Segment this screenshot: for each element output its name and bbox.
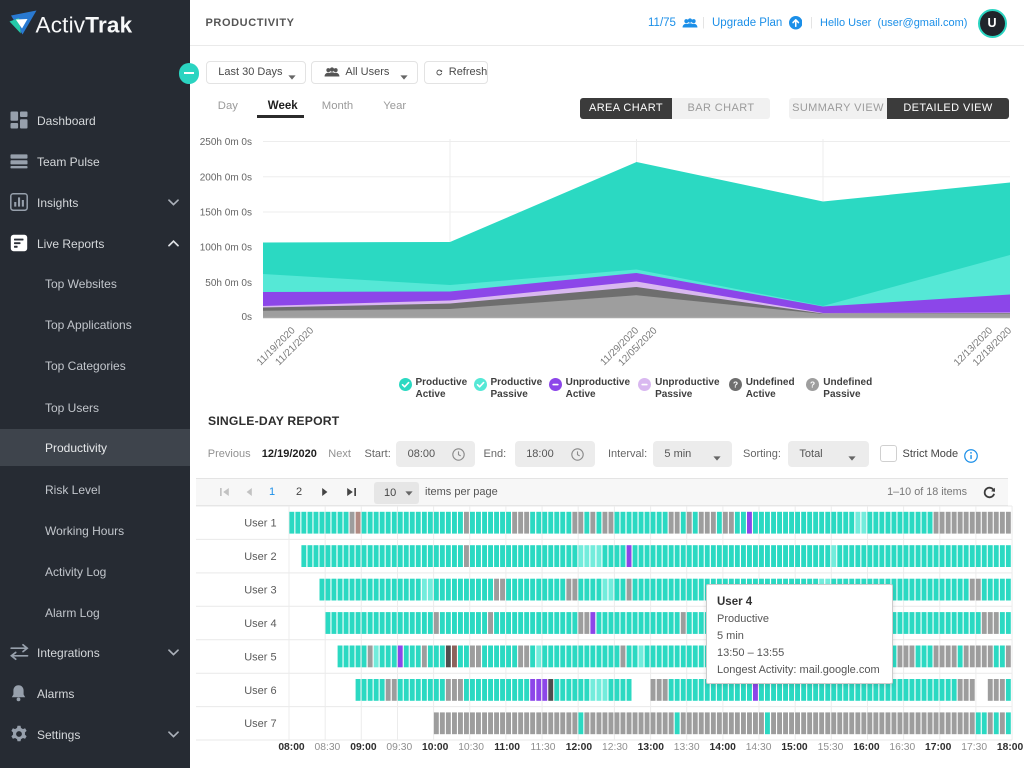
svg-text:16:30: 16:30 [889,742,915,753]
svg-text:16:00: 16:00 [853,742,880,753]
svg-text:User 4: User 4 [244,618,276,630]
svg-text:200h 0m 0s: 200h 0m 0s [200,172,252,183]
svg-text:ActivTrak: ActivTrak [36,13,133,38]
svg-text:12:00: 12:00 [566,742,593,753]
svg-text:13:30: 13:30 [674,742,700,753]
svg-text:User 6: User 6 [244,685,276,697]
svg-text:18:00: 18:00 [997,742,1024,753]
svg-text:10:30: 10:30 [458,742,484,753]
svg-text:08:30: 08:30 [315,742,341,753]
svg-text:User 3: User 3 [244,585,276,597]
svg-text:15:30: 15:30 [818,742,844,753]
svg-text:08:00: 08:00 [278,742,305,753]
svg-text:11:30: 11:30 [530,742,555,753]
svg-text:09:30: 09:30 [386,742,412,753]
svg-text:User 5: User 5 [244,651,276,663]
svg-text:100h 0m 0s: 100h 0m 0s [200,243,252,254]
svg-text:17:30: 17:30 [961,742,987,753]
svg-text:User 2: User 2 [244,551,276,563]
svg-text:17:00: 17:00 [925,742,952,753]
svg-text:?: ? [733,379,738,389]
svg-text:15:00: 15:00 [781,742,808,753]
svg-text:14:30: 14:30 [746,742,772,753]
svg-text:User 7: User 7 [244,718,276,730]
svg-text:10:00: 10:00 [422,742,449,753]
svg-text:User 1: User 1 [244,518,276,530]
svg-text:0s: 0s [241,312,252,323]
svg-text:250h 0m 0s: 250h 0m 0s [200,137,252,148]
svg-text:150h 0m 0s: 150h 0m 0s [200,208,252,219]
svg-text:?: ? [810,379,815,389]
svg-text:11:00: 11:00 [494,742,520,753]
svg-text:14:00: 14:00 [710,742,737,753]
svg-text:50h 0m 0s: 50h 0m 0s [205,278,252,289]
svg-text:09:00: 09:00 [350,742,377,753]
svg-text:12:30: 12:30 [602,742,628,753]
svg-text:13:00: 13:00 [638,742,665,753]
